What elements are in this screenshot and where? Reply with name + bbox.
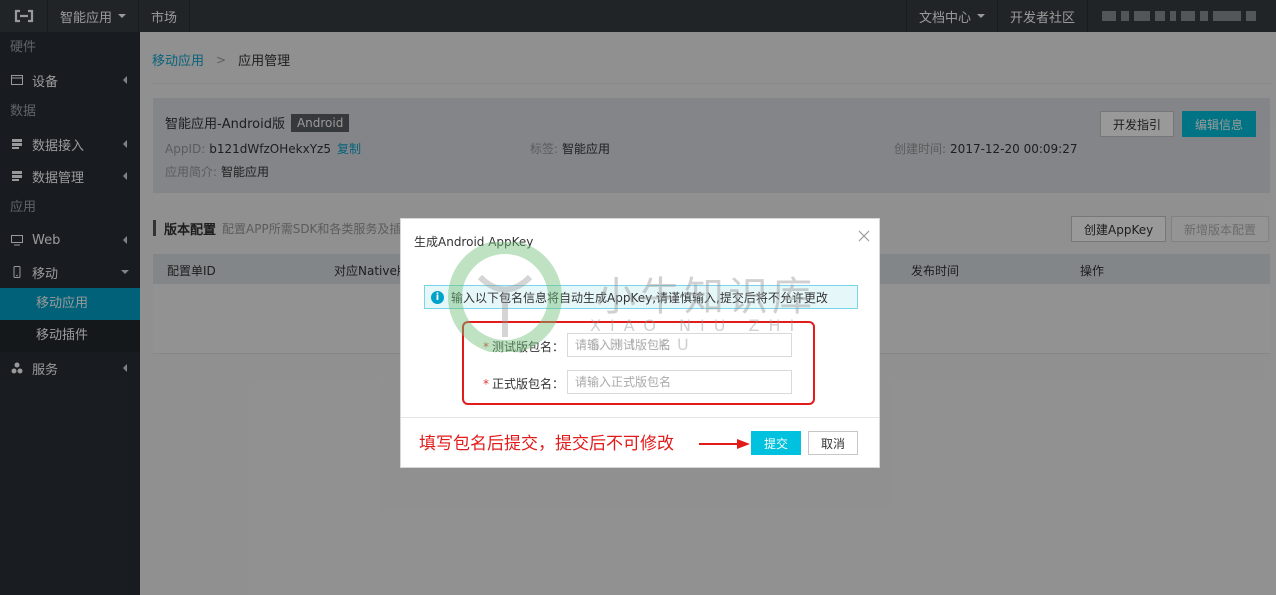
close-icon[interactable] — [857, 229, 871, 243]
test-package-row: * 测试版包名： — [401, 333, 881, 359]
annotation-text: 填写包名后提交，提交后不可修改 — [419, 434, 674, 454]
info-icon: i — [431, 290, 444, 304]
dialog-footer-divider — [401, 417, 879, 418]
info-alert: i 输入以下包名信息将自动生成AppKey,请谨慎输入,提交后将不允许更改 — [424, 285, 858, 309]
info-text: 输入以下包名信息将自动生成AppKey,请谨慎输入,提交后将不允许更改 — [451, 290, 828, 305]
label-text: 测试版包名： — [491, 340, 564, 354]
required-mark: * — [482, 377, 489, 391]
label-text: 正式版包名： — [491, 377, 564, 391]
dialog-title: 生成Android AppKey — [414, 235, 534, 249]
cancel-button[interactable]: 取消 — [808, 431, 859, 455]
test-package-label: * 测试版包名： — [483, 338, 564, 355]
required-mark: * — [482, 340, 489, 354]
test-package-input[interactable] — [567, 333, 792, 357]
generate-appkey-dialog: 生成Android AppKey i 输入以下包名信息将自动生成AppKey,请… — [400, 218, 880, 468]
submit-button[interactable]: 提交 — [751, 431, 802, 455]
release-package-input[interactable] — [567, 370, 792, 394]
arrow-right-icon — [699, 438, 751, 453]
release-package-label: * 正式版包名： — [483, 375, 564, 392]
release-package-row: * 正式版包名： — [401, 370, 881, 396]
